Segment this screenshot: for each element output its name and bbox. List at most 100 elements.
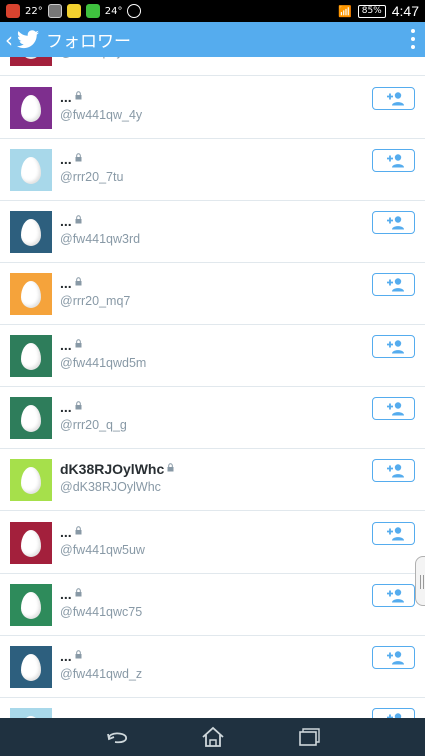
lock-icon [75,525,82,534]
lock-icon [75,214,82,223]
follower-row[interactable]: ... @fw441qwd5m [0,325,425,387]
follower-row[interactable] [0,698,425,718]
display-name: ... [60,275,72,291]
username-handle: @rrr20_q_g [60,418,127,432]
home-icon [201,726,224,747]
avatar[interactable] [10,57,52,66]
display-name: ... [60,399,72,415]
twitter-bird-icon[interactable] [16,29,40,50]
signal-icon: 📶 [338,4,352,18]
lock-icon [75,338,82,347]
follow-button[interactable] [372,211,415,234]
add-user-icon [386,154,404,168]
username-handle: @zrexxpoyH [60,57,132,59]
back-chevron-icon[interactable]: ‹ [0,30,15,50]
avatar[interactable] [10,397,52,439]
add-user-icon [386,589,404,603]
lock-icon [75,152,82,161]
name-line: ... [60,337,82,353]
follow-button[interactable] [372,149,415,172]
lock-icon [75,649,82,658]
follower-row[interactable]: ... @fw441qw_4y [0,77,425,139]
add-user-icon [386,278,404,292]
add-user-icon [386,402,404,416]
avatar[interactable] [10,87,52,129]
follow-button[interactable] [372,335,415,358]
status-left: 22° 24° [6,4,142,18]
avatar[interactable] [10,646,52,688]
add-user-icon [386,651,404,665]
name-line: ... [60,648,82,664]
username-handle: @fw441qwd5m [60,356,147,370]
egg-avatar-icon [21,653,41,681]
avatar[interactable] [10,584,52,626]
game-icon [66,4,81,18]
display-name: ... [60,89,72,105]
egg-avatar-icon [21,342,41,370]
page-title: フォロワー [46,32,131,52]
follower-row[interactable]: @zrexxpoyH [0,57,425,76]
nav-recent-button[interactable] [290,722,326,752]
follower-row[interactable]: ... @fw441qw3rd [0,201,425,263]
display-name: dK38RJOylWhc [60,461,165,477]
name-line: ... [60,586,82,602]
lock-icon [75,587,82,596]
egg-avatar-icon [21,218,41,246]
username-handle: @fw441qw5uw [60,543,145,557]
follow-button[interactable] [372,646,415,669]
app-notification-icon [6,4,20,18]
follower-row[interactable]: dK38RJOylWhc @dK38RJOylWhc [0,449,425,511]
add-user-icon [386,340,404,354]
follower-row[interactable]: ... @fw441qwc75 [0,574,425,636]
display-name: ... [60,213,72,229]
add-user-icon [386,92,404,106]
follower-list: @zrexxpoyH ... @fw441qw_4y... @rrr20_7tu...… [0,57,425,718]
username-handle: @fw441qw3rd [60,232,141,246]
line-icon [85,4,100,18]
egg-avatar-icon [21,156,41,184]
status-right: 📶 85% 4:47 [338,3,419,19]
follow-button[interactable] [372,522,415,545]
egg-avatar-icon [21,591,41,619]
avatar[interactable] [10,149,52,191]
lock-icon [167,462,174,471]
follow-button[interactable] [372,397,415,420]
name-line: ... [60,213,82,229]
add-user-icon [386,216,404,230]
overflow-menu-icon[interactable] [411,29,415,49]
side-panel-handle[interactable] [415,556,425,606]
follow-button[interactable] [372,584,415,607]
name-line: ... [60,151,82,167]
avatar[interactable] [10,522,52,564]
follower-row[interactable]: ... @fw441qwd_z [0,636,425,698]
follow-button[interactable] [372,273,415,296]
status-bar: 22° 24° 📶 85% 4:47 [0,0,425,22]
avatar[interactable] [10,708,52,718]
egg-avatar-icon [21,466,41,494]
avatar[interactable] [10,335,52,377]
back-icon [106,732,127,744]
follower-row[interactable]: ... @rrr20_mq7 [0,263,425,325]
username-handle: @fw441qwc75 [60,605,143,619]
follow-button[interactable] [372,459,415,482]
egg-avatar-icon [21,280,41,308]
follower-row[interactable]: ... @rrr20_7tu [0,139,425,201]
recent-apps-icon [298,728,320,746]
follow-button[interactable] [372,87,415,110]
temperature-1: 22° [25,5,43,17]
username-handle: @rrr20_mq7 [60,294,131,308]
display-name: ... [60,586,72,602]
avatar[interactable] [10,459,52,501]
lock-icon [75,90,82,99]
follow-button[interactable] [372,708,415,718]
clock: 4:47 [391,3,419,19]
follower-row[interactable]: ... @fw441qw5uw [0,512,425,574]
name-line: ... [60,275,82,291]
nav-back-button[interactable] [100,722,136,752]
nav-home-button[interactable] [195,722,231,752]
follower-row[interactable]: ... @rrr20_q_g [0,387,425,449]
display-name: ... [60,524,72,540]
avatar[interactable] [10,211,52,253]
avatar[interactable] [10,273,52,315]
add-user-icon [386,527,404,541]
